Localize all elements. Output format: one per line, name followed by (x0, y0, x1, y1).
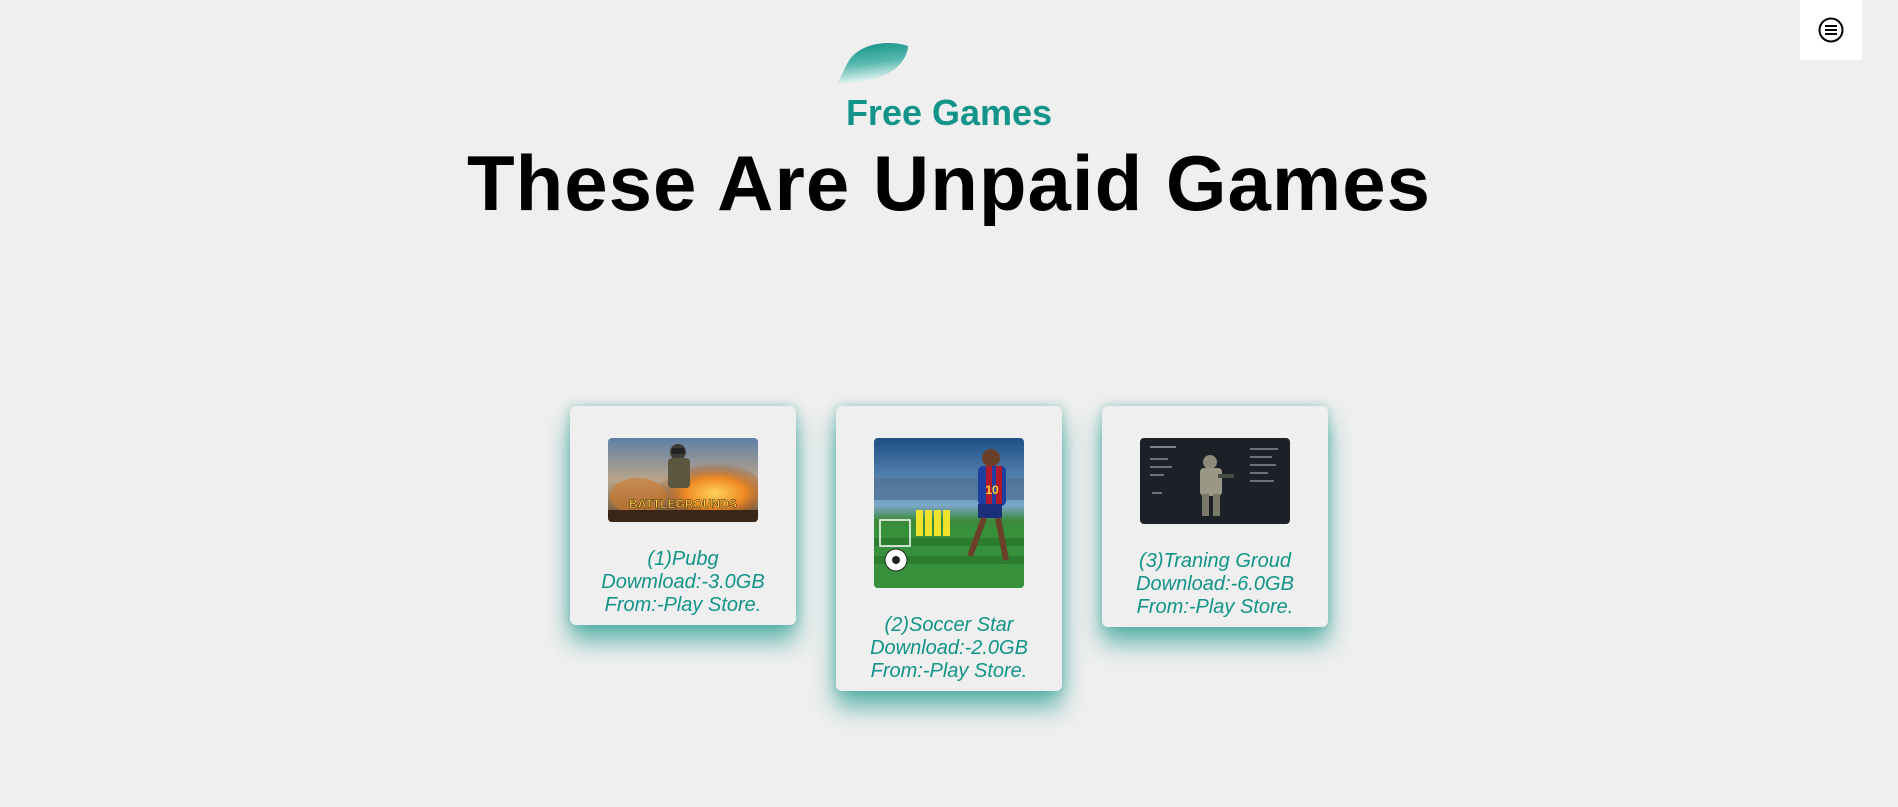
section-subtitle: Free Games (845, 92, 1053, 133)
page: Free Games These Are Unpaid Games BATTLE… (0, 0, 1898, 807)
game-source: From:-Play Store. (604, 594, 762, 616)
game-name: (3)Traning Groud (1139, 550, 1291, 572)
game-info: (2)Soccer Star Download:-2.0GB From:-Pla… (836, 614, 1062, 691)
game-info: (1)Pubg Dowmload:-3.0GB From:-Play Store… (570, 548, 796, 625)
pubg-logo-text: BATTLEGROUNDS (629, 497, 737, 511)
game-source: From:-Play Store. (870, 660, 1028, 682)
game-info: (3)Traning Groud Download:-6.0GB From:-P… (1102, 550, 1328, 627)
game-name: (2)Soccer Star (884, 614, 1014, 636)
game-name: (1)Pubg (647, 548, 719, 570)
training-ground-image (1140, 438, 1290, 524)
menu-button[interactable] (1800, 0, 1862, 60)
game-source: From:-Play Store. (1136, 596, 1294, 618)
page-title: These Are Unpaid Games (466, 139, 1432, 227)
game-card-soccer-star[interactable]: 10 (2)Soccer Star Download:-2.0GB From:-… (836, 406, 1062, 691)
soccer-jersey-number: 10 (985, 483, 999, 497)
game-download-size: Dowmload:-3.0GB (601, 571, 765, 593)
menu-lines-icon (1818, 17, 1844, 43)
pubg-battlegrounds-image: BATTLEGROUNDS (608, 438, 758, 522)
game-card-pubg[interactable]: BATTLEGROUNDS (1)Pubg Dowmload:-3.0GB Fr… (570, 406, 796, 625)
game-download-size: Download:-2.0GB (870, 637, 1028, 659)
soccer-star-image: 10 (874, 438, 1024, 588)
game-download-size: Download:-6.0GB (1136, 573, 1294, 595)
leaf-icon (838, 43, 908, 84)
game-card-training-ground[interactable]: (3)Traning Groud Download:-6.0GB From:-P… (1102, 406, 1328, 627)
